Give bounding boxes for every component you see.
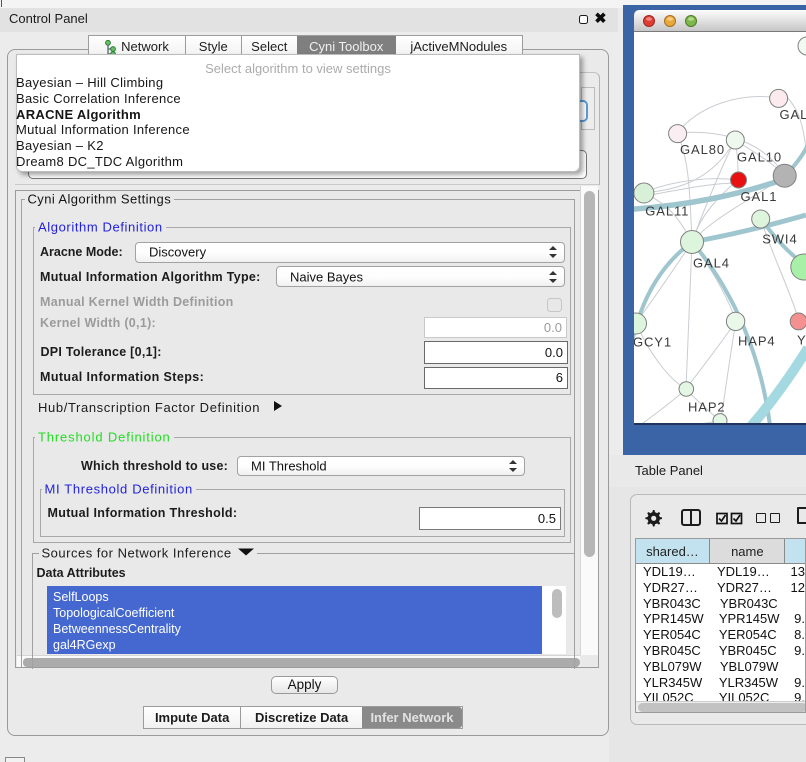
svg-text:HAP4: HAP4 (738, 334, 776, 349)
svg-text:GAL1: GAL1 (741, 189, 778, 204)
svg-text:GAL: GAL (780, 107, 806, 122)
svg-text:GAL11: GAL11 (645, 204, 689, 219)
svg-text:GAL80: GAL80 (680, 142, 725, 157)
svg-text:GAL4: GAL4 (693, 256, 730, 271)
svg-text:SWI4: SWI4 (762, 232, 797, 247)
svg-text:Y: Y (797, 333, 806, 348)
svg-text:GCY1: GCY1 (634, 335, 672, 350)
svg-text:HAP2: HAP2 (688, 400, 726, 415)
svg-text:GAL10: GAL10 (737, 150, 782, 165)
